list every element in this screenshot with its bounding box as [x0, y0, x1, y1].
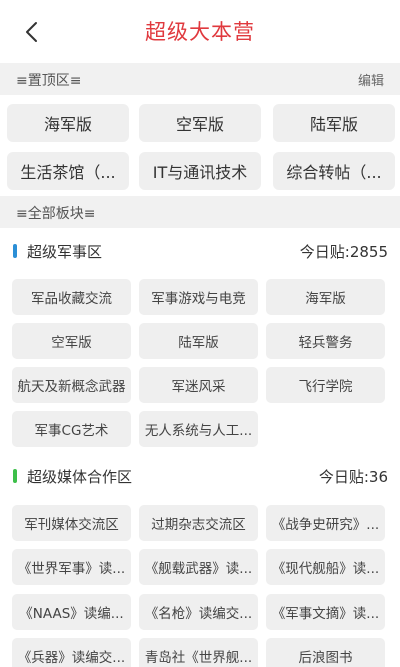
pinned-section-bar: ≡置顶区≡ 编辑 [0, 63, 400, 95]
board-tag[interactable]: 军迷风采 [139, 367, 258, 403]
board-tag[interactable]: 军刊媒体交流区 [12, 505, 131, 541]
board-tag[interactable]: 军事CG艺术 [12, 411, 131, 447]
board-tag[interactable]: 《战争史研究》... [266, 505, 385, 541]
group-name: 超级媒体合作区 [27, 468, 133, 486]
board-tag[interactable]: 后浪图书 [266, 638, 385, 667]
board-tag[interactable]: 海军版 [266, 279, 385, 315]
group-marker [13, 244, 17, 258]
board-tag[interactable]: 过期杂志交流区 [139, 505, 258, 541]
pinned-section-label: ≡置顶区≡ [16, 73, 82, 89]
board-tag[interactable]: 《舰载武器》读... [139, 549, 258, 585]
board-tag[interactable]: 《名枪》读编交... [139, 594, 258, 630]
pinned-board[interactable]: IT与通讯技术 [139, 152, 261, 190]
edit-button[interactable]: 编辑 [358, 70, 384, 89]
board-tag[interactable]: 陆军版 [139, 323, 258, 359]
board-tag[interactable]: 航天及新概念武器 [12, 367, 131, 403]
pinned-board[interactable]: 海军版 [7, 104, 129, 142]
board-tag[interactable]: 《现代舰船》读... [266, 549, 385, 585]
board-tag[interactable]: 轻兵警务 [266, 323, 385, 359]
board-tag[interactable]: 《军事文摘》读... [266, 594, 385, 630]
pinned-board[interactable]: 生活茶馆（... [7, 152, 129, 190]
board-tag[interactable]: 无人系统与人工... [139, 411, 258, 447]
group-header: 超级军事区 今日贴:2855 [0, 239, 400, 263]
pinned-board[interactable]: 空军版 [139, 104, 261, 142]
board-tag[interactable]: 《NAAS》读编... [12, 594, 131, 630]
board-tag[interactable]: 军事游戏与电竞 [139, 279, 258, 315]
board-tag[interactable]: 《兵器》读编交... [12, 638, 131, 667]
page-title: 超级大本营 [145, 20, 255, 44]
board-tag[interactable]: 飞行学院 [266, 367, 385, 403]
group-today-count: 今日贴:36 [318, 468, 388, 486]
board-tag[interactable]: 青岛社《世界舰... [139, 638, 258, 667]
board-tag[interactable]: 军品收藏交流 [12, 279, 131, 315]
pinned-board[interactable]: 陆军版 [273, 104, 395, 142]
group-today-count: 今日贴:2855 [299, 243, 388, 261]
board-tag[interactable]: 空军版 [12, 323, 131, 359]
pinned-board[interactable]: 综合转帖（... [273, 152, 395, 190]
group-marker [13, 469, 17, 483]
board-tag[interactable]: 《世界军事》读... [12, 549, 131, 585]
group-name: 超级军事区 [27, 243, 103, 261]
all-boards-section-label: ≡全部板块≡ [16, 206, 96, 222]
group-header: 超级媒体合作区 今日贴:36 [0, 464, 400, 488]
app-header: 超级大本营 [0, 0, 400, 64]
all-boards-section-bar: ≡全部板块≡ [0, 196, 400, 228]
